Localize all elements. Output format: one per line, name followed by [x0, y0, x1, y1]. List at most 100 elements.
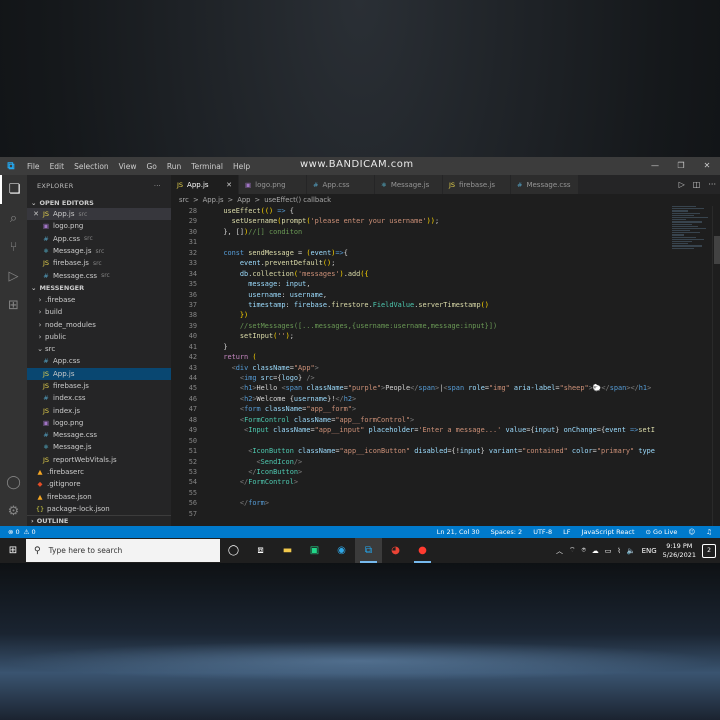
code-line[interactable]: 33 event.preventDefault(); — [171, 258, 670, 268]
bandicam-icon[interactable]: ● — [409, 538, 436, 563]
tree-file[interactable]: ◆ .gitignore — [27, 478, 171, 490]
source-control-icon[interactable]: ⑂ — [0, 233, 27, 262]
tree-file[interactable]: # App.css — [27, 355, 171, 367]
close-editor-icon[interactable]: ✕ — [31, 210, 41, 218]
minimap[interactable] — [672, 206, 712, 266]
tree-folder[interactable]: ⌄ src — [27, 343, 171, 355]
edge-icon[interactable]: ◉ — [328, 538, 355, 563]
restore-icon[interactable]: ❐ — [668, 157, 694, 175]
open-editor-item[interactable]: # Message.css src — [27, 269, 171, 281]
search-icon[interactable]: ⌕ — [0, 204, 27, 233]
wifi-icon[interactable]: ⌇ — [617, 547, 620, 555]
menu-item-run[interactable]: Run — [162, 162, 186, 171]
task-view-icon[interactable]: ⧈ — [247, 538, 274, 563]
tray-chevron-up-icon[interactable]: ︿ — [556, 546, 563, 556]
menu-item-edit[interactable]: Edit — [45, 162, 70, 171]
code-line[interactable]: 47 <form className="app__form"> — [171, 404, 670, 414]
language-mode[interactable]: JavaScript React — [582, 528, 635, 536]
tab-message-js[interactable]: ⚛ Message.js — [375, 175, 443, 194]
warnings-count[interactable]: ⚠ 0 — [24, 528, 36, 536]
code-line[interactable]: 42 return ( — [171, 352, 670, 362]
tree-folder[interactable]: › public — [27, 331, 171, 343]
tree-file[interactable]: JS firebase.js — [27, 380, 171, 392]
tree-file[interactable]: ▲ firebase.json — [27, 491, 171, 503]
feedback-icon[interactable]: ☺ — [688, 528, 695, 536]
account-icon[interactable]: ◯ — [0, 468, 27, 497]
code-line[interactable]: 29 setUsername(prompt('please enter your… — [171, 216, 670, 226]
clock[interactable]: 9:19 PM 5/26/2021 — [663, 542, 696, 560]
cloud-icon[interactable]: ☁ — [592, 547, 599, 555]
code-line[interactable]: 44 <img src={logo} /> — [171, 373, 670, 383]
tab-firebase-js[interactable]: JS firebase.js — [443, 175, 511, 194]
tree-file[interactable]: # Message.css — [27, 429, 171, 441]
indentation[interactable]: Spaces: 2 — [491, 528, 523, 536]
volume-icon[interactable]: 🔈 — [627, 547, 636, 555]
code-line[interactable]: 37 timestamp: firebase.firestore.FieldVa… — [171, 300, 670, 310]
tree-file[interactable]: ▲ .firebaserc — [27, 466, 171, 478]
split-editor-icon[interactable]: ◫ — [693, 180, 701, 189]
code-line[interactable]: 50 — [171, 436, 670, 446]
breadcrumb-item[interactable]: App — [237, 196, 250, 204]
file-explorer-icon[interactable]: ▬ — [274, 538, 301, 563]
breadcrumb-item[interactable]: App.js — [203, 196, 224, 204]
tab-message-css[interactable]: # Message.css — [511, 175, 579, 194]
code-line[interactable]: 51 <IconButton className="app__iconButto… — [171, 446, 670, 456]
menu-item-go[interactable]: Go — [141, 162, 161, 171]
bell-icon[interactable]: ♫ — [706, 528, 712, 536]
code-line[interactable]: 43 <div className="App"> — [171, 363, 670, 373]
more-actions-icon[interactable]: ··· — [154, 182, 161, 190]
code-line[interactable]: 35 message: input, — [171, 279, 670, 289]
code-line[interactable]: 55 — [171, 488, 670, 498]
vertical-scrollbar[interactable] — [712, 206, 720, 526]
location-icon[interactable]: ⌾ — [582, 546, 586, 555]
tree-folder[interactable]: › build — [27, 306, 171, 318]
code-line[interactable]: 30 }, [])//[] conditon — [171, 227, 670, 237]
code-line[interactable]: 40 setInput(''); — [171, 331, 670, 341]
outline-section[interactable]: › OUTLINE — [27, 515, 171, 526]
errors-count[interactable]: ⊗ 0 — [8, 528, 20, 536]
code-line[interactable]: 48 <FormControl className="app__formCont… — [171, 415, 670, 425]
menu-item-view[interactable]: View — [114, 162, 142, 171]
tree-file[interactable]: ⚛ Message.js — [27, 441, 171, 453]
close-icon[interactable]: ✕ — [694, 157, 720, 175]
code-line[interactable]: 56 </form> — [171, 498, 670, 508]
cursor-position[interactable]: Ln 21, Col 30 — [437, 528, 480, 536]
gear-icon[interactable]: ⚙ — [0, 497, 27, 526]
code-line[interactable]: 41 } — [171, 342, 670, 352]
code-line[interactable]: 49 <Input className="app__input" placeho… — [171, 425, 670, 435]
network-icon[interactable]: ⌔ — [569, 546, 576, 555]
code-line[interactable]: 36 username: username, — [171, 290, 670, 300]
chrome-icon[interactable]: ◕ — [382, 538, 409, 563]
menu-item-help[interactable]: Help — [228, 162, 255, 171]
tree-folder[interactable]: › node_modules — [27, 318, 171, 330]
tree-file[interactable]: JS reportWebVitals.js — [27, 454, 171, 466]
code-line[interactable]: 28 useEffect(() => { — [171, 206, 670, 216]
open-editor-item[interactable]: ▣ logo.png — [27, 220, 171, 232]
end-of-line[interactable]: LF — [563, 528, 570, 536]
open-editor-item[interactable]: # App.css src — [27, 233, 171, 245]
breadcrumb-item[interactable]: src — [179, 196, 189, 204]
code-editor[interactable]: 28 useEffect(() => {29 setUsername(promp… — [171, 206, 670, 526]
code-line[interactable]: 39 //setMessages([...messages,{username:… — [171, 321, 670, 331]
menu-item-terminal[interactable]: Terminal — [186, 162, 228, 171]
tree-file[interactable]: ▣ logo.png — [27, 417, 171, 429]
tab-app-js[interactable]: JS App.js ✕ — [171, 175, 239, 194]
windows-start-icon[interactable]: ⊞ — [0, 545, 26, 556]
tree-file[interactable]: JS App.js — [27, 367, 171, 380]
code-line[interactable]: 31 — [171, 237, 670, 247]
open-editor-item[interactable]: ✕ JS App.js src — [27, 208, 171, 221]
notifications-icon[interactable]: 2 — [702, 543, 716, 558]
code-line[interactable]: 46 <h2>Welcome {username}!</h2> — [171, 394, 670, 404]
vscode-taskbar-icon[interactable]: ⧉ — [355, 538, 382, 563]
tree-file[interactable]: {} package-lock.json — [27, 503, 171, 515]
code-line[interactable]: 32 const sendMessage = (event)=>{ — [171, 248, 670, 258]
code-line[interactable]: 52 <SendIcon/> — [171, 457, 670, 467]
tab-logo-png[interactable]: ▣ logo.png — [239, 175, 307, 194]
code-line[interactable]: 38 }) — [171, 310, 670, 320]
code-line[interactable]: 34 db.collection('messages').add({ — [171, 269, 670, 279]
tree-folder[interactable]: › .firebase — [27, 294, 171, 306]
encoding[interactable]: UTF-8 — [533, 528, 552, 536]
pycharm-icon[interactable]: ▣ — [301, 538, 328, 563]
project-section[interactable]: ⌄ MESSENGER — [27, 283, 171, 294]
more-icon[interactable]: ··· — [708, 180, 716, 189]
